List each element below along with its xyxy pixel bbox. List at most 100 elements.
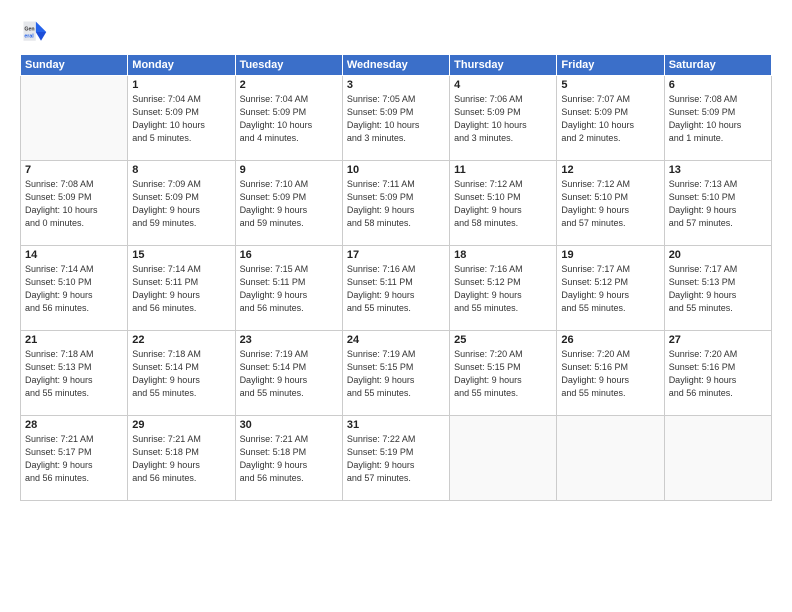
calendar-cell: 21 Sunrise: 7:18 AM Sunset: 5:13 PM Dayli… xyxy=(21,331,128,416)
calendar-cell xyxy=(664,416,771,501)
day-number: 6 xyxy=(669,79,767,91)
day-number: 12 xyxy=(561,164,659,176)
header: Gen eral xyxy=(20,18,772,46)
day-header-thursday: Thursday xyxy=(450,55,557,76)
day-number: 13 xyxy=(669,164,767,176)
day-number: 1 xyxy=(132,79,230,91)
calendar-cell: 6 Sunrise: 7:08 AM Sunset: 5:09 PM Daylig… xyxy=(664,76,771,161)
day-number: 10 xyxy=(347,164,445,176)
cell-info: Sunrise: 7:21 AM Sunset: 5:18 PM Dayligh… xyxy=(240,433,338,485)
calendar-cell: 23Sunrise: 7:19 AM Sunset: 5:14 PM Dayli… xyxy=(235,331,342,416)
calendar-cell: 19 Sunrise: 7:17 AM Sunset: 5:12 PM Dayli… xyxy=(557,246,664,331)
cell-info: Sunrise: 7:14 AM Sunset: 5:11 PM Dayligh… xyxy=(132,263,230,315)
calendar-cell: 5 Sunrise: 7:07 AM Sunset: 5:09 PM Daylig… xyxy=(557,76,664,161)
day-header-tuesday: Tuesday xyxy=(235,55,342,76)
cell-info: Sunrise: 7:21 AM Sunset: 5:18 PM Dayligh… xyxy=(132,433,230,485)
calendar-cell: 18 Sunrise: 7:16 AM Sunset: 5:12 PM Dayli… xyxy=(450,246,557,331)
day-number: 3 xyxy=(347,79,445,91)
day-header-wednesday: Wednesday xyxy=(342,55,449,76)
calendar-cell: 29 Sunrise: 7:21 AM Sunset: 5:18 PM Dayli… xyxy=(128,416,235,501)
calendar-cell xyxy=(21,76,128,161)
day-number: 28 xyxy=(25,419,123,431)
calendar-table: SundayMondayTuesdayWednesdayThursdayFrid… xyxy=(20,54,772,501)
calendar-cell: 7 Sunrise: 7:08 AM Sunset: 5:09 PM Daylig… xyxy=(21,161,128,246)
day-number: 2 xyxy=(240,79,338,91)
calendar-cell: 4Sunrise: 7:06 AM Sunset: 5:09 PM Daylig… xyxy=(450,76,557,161)
cell-info: Sunrise: 7:08 AM Sunset: 5:09 PM Dayligh… xyxy=(25,178,123,230)
cell-info: Sunrise: 7:20 AM Sunset: 5:16 PM Dayligh… xyxy=(669,348,767,400)
calendar-cell: 17 Sunrise: 7:16 AM Sunset: 5:11 PM Dayli… xyxy=(342,246,449,331)
calendar-cell: 13 Sunrise: 7:13 AM Sunset: 5:10 PM Dayli… xyxy=(664,161,771,246)
calendar-cell: 25 Sunrise: 7:20 AM Sunset: 5:15 PM Dayli… xyxy=(450,331,557,416)
cell-info: Sunrise: 7:19 AM Sunset: 5:14 PM Dayligh… xyxy=(240,348,338,400)
day-number: 22 xyxy=(132,334,230,346)
calendar-week-row: 7 Sunrise: 7:08 AM Sunset: 5:09 PM Daylig… xyxy=(21,161,772,246)
day-number: 26 xyxy=(561,334,659,346)
cell-info: Sunrise: 7:04 AM Sunset: 5:09 PM Dayligh… xyxy=(132,93,230,145)
cell-info: Sunrise: 7:18 AM Sunset: 5:13 PM Dayligh… xyxy=(25,348,123,400)
calendar-cell: 8 Sunrise: 7:09 AM Sunset: 5:09 PM Daylig… xyxy=(128,161,235,246)
day-number: 27 xyxy=(669,334,767,346)
calendar-cell: 20 Sunrise: 7:17 AM Sunset: 5:13 PM Dayli… xyxy=(664,246,771,331)
day-header-saturday: Saturday xyxy=(664,55,771,76)
cell-info: Sunrise: 7:12 AM Sunset: 5:10 PM Dayligh… xyxy=(454,178,552,230)
calendar-cell: 26 Sunrise: 7:20 AM Sunset: 5:16 PM Dayli… xyxy=(557,331,664,416)
calendar-week-row: 14Sunrise: 7:14 AM Sunset: 5:10 PM Dayli… xyxy=(21,246,772,331)
cell-info: Sunrise: 7:21 AM Sunset: 5:17 PM Dayligh… xyxy=(25,433,123,485)
calendar-cell: 27 Sunrise: 7:20 AM Sunset: 5:16 PM Dayli… xyxy=(664,331,771,416)
calendar-cell: 15 Sunrise: 7:14 AM Sunset: 5:11 PM Dayli… xyxy=(128,246,235,331)
day-number: 20 xyxy=(669,249,767,261)
calendar-cell: 30Sunrise: 7:21 AM Sunset: 5:18 PM Dayli… xyxy=(235,416,342,501)
day-number: 9 xyxy=(240,164,338,176)
calendar-cell: 3Sunrise: 7:05 AM Sunset: 5:09 PM Daylig… xyxy=(342,76,449,161)
day-number: 7 xyxy=(25,164,123,176)
calendar-cell: 14Sunrise: 7:14 AM Sunset: 5:10 PM Dayli… xyxy=(21,246,128,331)
day-number: 29 xyxy=(132,419,230,431)
day-number: 31 xyxy=(347,419,445,431)
page: Gen eral SundayMondayTuesdayWednesdayThu… xyxy=(0,0,792,612)
calendar-cell: 9 Sunrise: 7:10 AM Sunset: 5:09 PM Daylig… xyxy=(235,161,342,246)
day-number: 14 xyxy=(25,249,123,261)
calendar-cell: 31Sunrise: 7:22 AM Sunset: 5:19 PM Dayli… xyxy=(342,416,449,501)
cell-info: Sunrise: 7:17 AM Sunset: 5:13 PM Dayligh… xyxy=(669,263,767,315)
day-header-friday: Friday xyxy=(557,55,664,76)
cell-info: Sunrise: 7:10 AM Sunset: 5:09 PM Dayligh… xyxy=(240,178,338,230)
cell-info: Sunrise: 7:11 AM Sunset: 5:09 PM Dayligh… xyxy=(347,178,445,230)
calendar-header-row: SundayMondayTuesdayWednesdayThursdayFrid… xyxy=(21,55,772,76)
day-number: 19 xyxy=(561,249,659,261)
cell-info: Sunrise: 7:07 AM Sunset: 5:09 PM Dayligh… xyxy=(561,93,659,145)
day-header-sunday: Sunday xyxy=(21,55,128,76)
cell-info: Sunrise: 7:08 AM Sunset: 5:09 PM Dayligh… xyxy=(669,93,767,145)
calendar-cell: 2 Sunrise: 7:04 AM Sunset: 5:09 PM Daylig… xyxy=(235,76,342,161)
cell-info: Sunrise: 7:15 AM Sunset: 5:11 PM Dayligh… xyxy=(240,263,338,315)
logo: Gen eral xyxy=(20,18,52,46)
cell-info: Sunrise: 7:16 AM Sunset: 5:12 PM Dayligh… xyxy=(454,263,552,315)
calendar-week-row: 28 Sunrise: 7:21 AM Sunset: 5:17 PM Dayli… xyxy=(21,416,772,501)
cell-info: Sunrise: 7:09 AM Sunset: 5:09 PM Dayligh… xyxy=(132,178,230,230)
calendar-cell: 22 Sunrise: 7:18 AM Sunset: 5:14 PM Dayli… xyxy=(128,331,235,416)
cell-info: Sunrise: 7:18 AM Sunset: 5:14 PM Dayligh… xyxy=(132,348,230,400)
calendar-cell xyxy=(450,416,557,501)
day-number: 21 xyxy=(25,334,123,346)
day-number: 8 xyxy=(132,164,230,176)
calendar-cell: 12 Sunrise: 7:12 AM Sunset: 5:10 PM Dayli… xyxy=(557,161,664,246)
day-number: 18 xyxy=(454,249,552,261)
day-number: 17 xyxy=(347,249,445,261)
day-number: 15 xyxy=(132,249,230,261)
calendar-cell: 10 Sunrise: 7:11 AM Sunset: 5:09 PM Dayli… xyxy=(342,161,449,246)
cell-info: Sunrise: 7:17 AM Sunset: 5:12 PM Dayligh… xyxy=(561,263,659,315)
cell-info: Sunrise: 7:13 AM Sunset: 5:10 PM Dayligh… xyxy=(669,178,767,230)
cell-info: Sunrise: 7:12 AM Sunset: 5:10 PM Dayligh… xyxy=(561,178,659,230)
calendar-cell: 1 Sunrise: 7:04 AM Sunset: 5:09 PM Daylig… xyxy=(128,76,235,161)
day-number: 5 xyxy=(561,79,659,91)
calendar-week-row: 1 Sunrise: 7:04 AM Sunset: 5:09 PM Daylig… xyxy=(21,76,772,161)
calendar-cell: 16Sunrise: 7:15 AM Sunset: 5:11 PM Dayli… xyxy=(235,246,342,331)
cell-info: Sunrise: 7:16 AM Sunset: 5:11 PM Dayligh… xyxy=(347,263,445,315)
cell-info: Sunrise: 7:20 AM Sunset: 5:16 PM Dayligh… xyxy=(561,348,659,400)
cell-info: Sunrise: 7:20 AM Sunset: 5:15 PM Dayligh… xyxy=(454,348,552,400)
logo-icon: Gen eral xyxy=(20,18,48,46)
calendar-week-row: 21 Sunrise: 7:18 AM Sunset: 5:13 PM Dayli… xyxy=(21,331,772,416)
day-number: 25 xyxy=(454,334,552,346)
cell-info: Sunrise: 7:04 AM Sunset: 5:09 PM Dayligh… xyxy=(240,93,338,145)
svg-text:Gen: Gen xyxy=(24,26,34,32)
